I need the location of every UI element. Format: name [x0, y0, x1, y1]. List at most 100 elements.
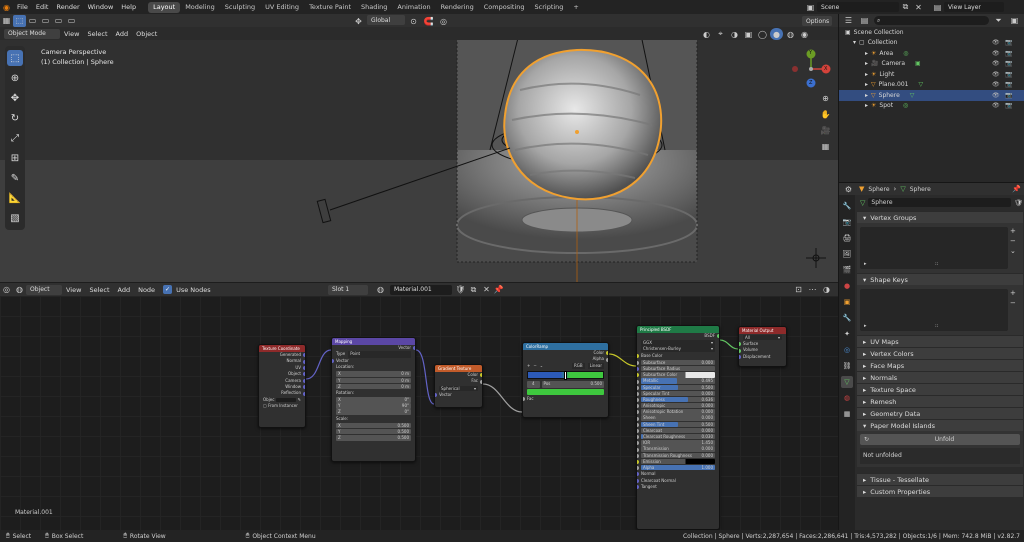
select-tool-icon[interactable]: ⬚ [7, 50, 23, 66]
mapping-loc-z-field[interactable]: Z0 m [336, 383, 411, 390]
outliner-item-area[interactable]: ▸ ☀ Area ◎ 👁 📷 [839, 48, 1024, 59]
tab-layout[interactable]: Layout [148, 1, 181, 13]
menu-render[interactable]: Render [52, 3, 83, 11]
visibility-eye-icon[interactable]: 👁 [992, 71, 1000, 78]
mapping-node[interactable]: Mapping Vector Type Point Vector Locatio… [331, 337, 416, 462]
visibility-eye-icon[interactable]: 👁 [992, 102, 1000, 109]
tab-texture-paint[interactable]: Texture Paint [304, 2, 356, 13]
colorramp-interp-dropdown[interactable]: Linear [587, 362, 604, 370]
ne-menu-node[interactable]: Node [134, 286, 159, 294]
outliner-item-light[interactable]: ▸ ☀ Light 👁 📷 [839, 69, 1024, 80]
bsdf-anisotropic-field[interactable]: Anisotropic 0.000 [637, 403, 715, 409]
bsdf-subsurface-color-field[interactable]: Subsurface Color [637, 372, 715, 378]
colorramp-stop-color[interactable] [527, 388, 604, 395]
shading-rendered-icon[interactable]: ◉ [798, 28, 811, 40]
panel-face-maps[interactable]: ▸ Face Maps [857, 359, 1023, 371]
render-camera-icon[interactable]: 📷 [1005, 50, 1012, 57]
texture-coordinate-node[interactable]: Texture Coordinate Generated Normal UV Obje… [258, 344, 306, 428]
expand-icon[interactable]: ▸ [865, 102, 868, 109]
visibility-eye-icon[interactable]: 👁 [992, 92, 1000, 99]
vertex-group-add-icon[interactable]: + [1010, 227, 1020, 235]
shape-keys-listbox[interactable]: ▸:: [860, 289, 1008, 331]
physics-tab-icon[interactable]: ◎ [841, 344, 853, 356]
expand-icon[interactable]: ▸ [865, 71, 868, 78]
options-dropdown[interactable]: Options [802, 16, 832, 26]
tab-shading[interactable]: Shading [356, 2, 392, 13]
ne-menu-add[interactable]: Add [114, 286, 135, 294]
collection-visibility-icon[interactable]: 👁 [992, 39, 1000, 46]
bsdf-roughness-field[interactable]: Roughness 0.636 [637, 396, 715, 403]
particles-tab-icon[interactable]: ✦ [841, 328, 853, 340]
expand-icon[interactable]: ▸ [865, 92, 868, 99]
gradient-type-dropdown[interactable]: Spherical ▾ [439, 385, 478, 391]
mapping-rot-z-field[interactable]: Z 0° [336, 409, 411, 415]
object-data-icon[interactable]: ▣ [915, 60, 921, 67]
colorramp-node[interactable]: ColorRamp Color Alpha + − ⌄ RGB Linear 4… [522, 342, 609, 418]
colorramp-index-field[interactable]: 4 [527, 381, 540, 388]
gizmo-toggle-icon[interactable]: ⌖ [714, 28, 727, 40]
select-invert-icon[interactable]: ▭ [65, 15, 78, 27]
transform-tool-icon[interactable]: ⊞ [7, 150, 23, 166]
node-editor-canvas[interactable]: Material.001 Texture Coordinate Generate… [0, 296, 838, 530]
overlay-toggle-icon[interactable]: ◑ [728, 28, 741, 40]
mesh-name-field[interactable]: Sphere [868, 198, 1012, 207]
material-tab-icon[interactable]: ◍ [841, 392, 853, 404]
bsdf-alpha-field[interactable]: Alpha 1.000 [637, 464, 715, 471]
pin-icon[interactable]: 📌 [492, 284, 505, 296]
material-browse-icon[interactable]: ◍ [374, 284, 387, 296]
bsdf-sss-dropdown[interactable]: Christensen-Burley ▾ [641, 346, 715, 352]
3d-viewport[interactable]: Camera Perspective (1) Collection | Sphe… [0, 40, 838, 282]
bsdf-specular-field[interactable]: Specular 0.500 [637, 384, 715, 390]
xray-icon[interactable]: ▣ [742, 28, 755, 40]
move-tool-icon[interactable]: ✥ [7, 90, 23, 106]
tab-compositing[interactable]: Compositing [479, 2, 530, 13]
expand-icon[interactable]: ▸ [865, 50, 868, 57]
material-copy-icon[interactable]: ⧉ [467, 284, 480, 296]
panel-vertex-groups[interactable]: ▾ Vertex Groups [857, 211, 1023, 223]
perspective-grid-icon[interactable]: ▦ [819, 140, 832, 152]
render-camera-icon[interactable]: 📷 [1005, 92, 1012, 99]
colorramp-pos-field[interactable]: Pos 0.500 [541, 381, 604, 388]
colorramp-gradient-bar[interactable] [527, 371, 604, 381]
tool-tab-icon[interactable]: 🔧 [841, 200, 853, 212]
from-instancer-row[interactable]: ▢ From Instancer [259, 403, 305, 409]
gradient-texture-node[interactable]: Gradient Texture Color Fac Spherical ▾ Ve… [434, 364, 483, 408]
pan-hand-icon[interactable]: ✋ [819, 108, 832, 120]
select-new-icon[interactable]: ▭ [26, 15, 39, 27]
bsdf-metallic-field[interactable]: Metallic 0.495 [637, 378, 715, 384]
vp-menu-select[interactable]: Select [83, 30, 111, 38]
filter-icon[interactable]: ⏷ [992, 15, 1005, 27]
measure-tool-icon[interactable]: 📐 [7, 190, 23, 206]
object-mode-dropdown[interactable]: Object Mode [4, 28, 60, 39]
snap-target-icon[interactable]: ⋯ [806, 284, 819, 296]
editor-type-icon[interactable]: ▦ [0, 15, 13, 27]
bsdf-specular-tint-field[interactable]: Specular Tint 0.000 [637, 390, 715, 397]
data-tab-icon[interactable]: ▽ [841, 376, 853, 388]
object-data-icon[interactable]: ▽ [918, 81, 923, 88]
scene-tab-icon[interactable]: 🎬 [841, 264, 853, 276]
add-cube-tool-icon[interactable]: ▧ [7, 210, 23, 226]
bsdf-sheen-field[interactable]: Sheen 0.000 [637, 415, 715, 421]
bsdf-anisotropic-rotation-field[interactable]: Anisotropic Rotation 0.000 [637, 409, 715, 415]
scene-new-icon[interactable]: ⧉ [899, 1, 912, 13]
tab-scripting[interactable]: Scripting [530, 2, 569, 13]
menu-help[interactable]: Help [117, 3, 140, 11]
mapping-rot-x-field[interactable]: X 0° [336, 397, 411, 403]
shape-key-add-icon[interactable]: + [1010, 289, 1020, 297]
mapping-scl-x-field[interactable]: X 0.500 [336, 422, 411, 429]
output-tab-icon[interactable]: 🖨 [841, 232, 853, 244]
visibility-eye-icon[interactable]: 👁 [992, 81, 1000, 88]
scene-delete-icon[interactable]: ✕ [912, 1, 925, 13]
outliner-search-input[interactable]: ⌕ [874, 16, 989, 25]
shape-key-remove-icon[interactable]: − [1010, 299, 1020, 307]
render-camera-icon[interactable]: 📷 [1005, 71, 1012, 78]
material-name-field[interactable]: Material.001 [390, 284, 452, 295]
render-tab-icon[interactable]: 📷 [841, 216, 853, 228]
properties-editor-icon[interactable]: ⚙ [842, 183, 855, 195]
slot-dropdown[interactable]: Slot 1 [328, 284, 368, 295]
scale-tool-icon[interactable]: ⤢ [7, 130, 23, 146]
colorramp-remove-icon[interactable]: − [533, 363, 536, 369]
object-data-icon[interactable]: ▽ [910, 92, 915, 99]
display-mode-icon[interactable]: ▤ [858, 15, 871, 27]
outliner-item-plane-001[interactable]: ▸ ▽ Plane.001 ▽ 👁 📷 [839, 80, 1024, 91]
